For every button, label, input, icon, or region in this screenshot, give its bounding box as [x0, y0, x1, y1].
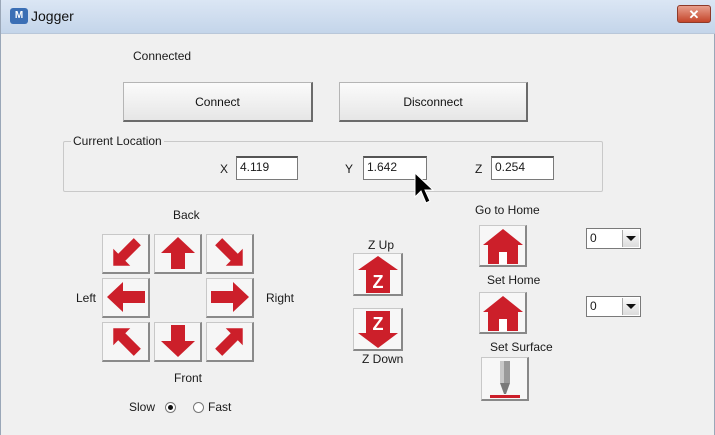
- svg-text:Z: Z: [373, 314, 384, 334]
- go-to-home-button[interactable]: [479, 225, 527, 267]
- app-icon: M: [10, 8, 28, 24]
- connect-button[interactable]: Connect: [123, 82, 313, 122]
- house-icon: [483, 296, 523, 331]
- z-label: Z: [475, 162, 483, 176]
- jog-front-right-button[interactable]: [206, 322, 254, 362]
- set-surface-label: Set Surface: [490, 340, 553, 354]
- x-field[interactable]: 4.119: [236, 156, 298, 180]
- left-label: Left: [76, 291, 97, 305]
- title-bar: M Jogger ✕: [1, 0, 715, 34]
- house-icon: [483, 229, 523, 264]
- disconnect-button[interactable]: Disconnect: [339, 82, 528, 122]
- fast-radio[interactable]: [193, 402, 204, 413]
- chevron-down-icon[interactable]: [622, 298, 639, 315]
- jog-left-button[interactable]: [102, 278, 150, 318]
- jog-front-left-button[interactable]: [102, 322, 150, 362]
- slow-radio[interactable]: [165, 402, 176, 413]
- arrow-up-icon: [161, 237, 195, 269]
- jog-front-button[interactable]: [154, 322, 202, 362]
- y-label: Y: [345, 162, 354, 176]
- go-to-home-select-value: 0: [590, 231, 597, 245]
- fast-label: Fast: [208, 400, 232, 414]
- window-title: Jogger: [31, 8, 74, 24]
- svg-text:Z: Z: [373, 272, 384, 292]
- jog-back-button[interactable]: [154, 234, 202, 274]
- set-home-select[interactable]: 0: [586, 296, 641, 317]
- z-up-icon: Z: [358, 256, 398, 293]
- arrow-down-right-icon: [215, 328, 243, 356]
- probe-icon: [490, 361, 520, 398]
- z-down-button[interactable]: Z: [353, 308, 403, 351]
- set-home-button[interactable]: [479, 292, 527, 334]
- close-button[interactable]: ✕: [677, 5, 711, 23]
- arrow-right-icon: [211, 282, 249, 312]
- x-label: X: [220, 162, 229, 176]
- current-location-label: Current Location: [71, 134, 164, 148]
- right-label: Right: [266, 291, 295, 305]
- jog-back-right-button[interactable]: [206, 234, 254, 274]
- close-icon: ✕: [688, 7, 700, 22]
- set-home-label: Set Home: [487, 273, 541, 287]
- go-to-home-select[interactable]: 0: [586, 228, 641, 249]
- arrow-up-left-icon: [113, 238, 141, 266]
- jogger-window: M Jogger ✕ Connected Connect Disconnect …: [0, 0, 715, 435]
- mouse-pointer-icon: [414, 172, 435, 204]
- back-label: Back: [173, 208, 200, 222]
- set-home-select-value: 0: [590, 299, 597, 313]
- arrow-left-icon: [107, 282, 145, 312]
- set-surface-button[interactable]: [481, 357, 529, 401]
- jog-back-left-button[interactable]: [102, 234, 150, 274]
- z-up-label: Z Up: [368, 238, 395, 252]
- arrow-up-right-icon: [215, 238, 243, 266]
- arrow-down-icon: [161, 325, 195, 357]
- z-field[interactable]: 0.254: [491, 156, 554, 180]
- connection-status: Connected: [133, 49, 192, 63]
- jog-right-button[interactable]: [206, 278, 254, 318]
- front-label: Front: [174, 371, 203, 385]
- z-up-button[interactable]: Z: [353, 253, 403, 296]
- go-to-home-label: Go to Home: [475, 203, 540, 217]
- slow-label: Slow: [129, 400, 156, 414]
- z-down-icon: Z: [358, 311, 398, 348]
- z-down-label: Z Down: [362, 352, 404, 366]
- chevron-down-icon[interactable]: [622, 230, 639, 247]
- arrow-down-left-icon: [113, 328, 141, 356]
